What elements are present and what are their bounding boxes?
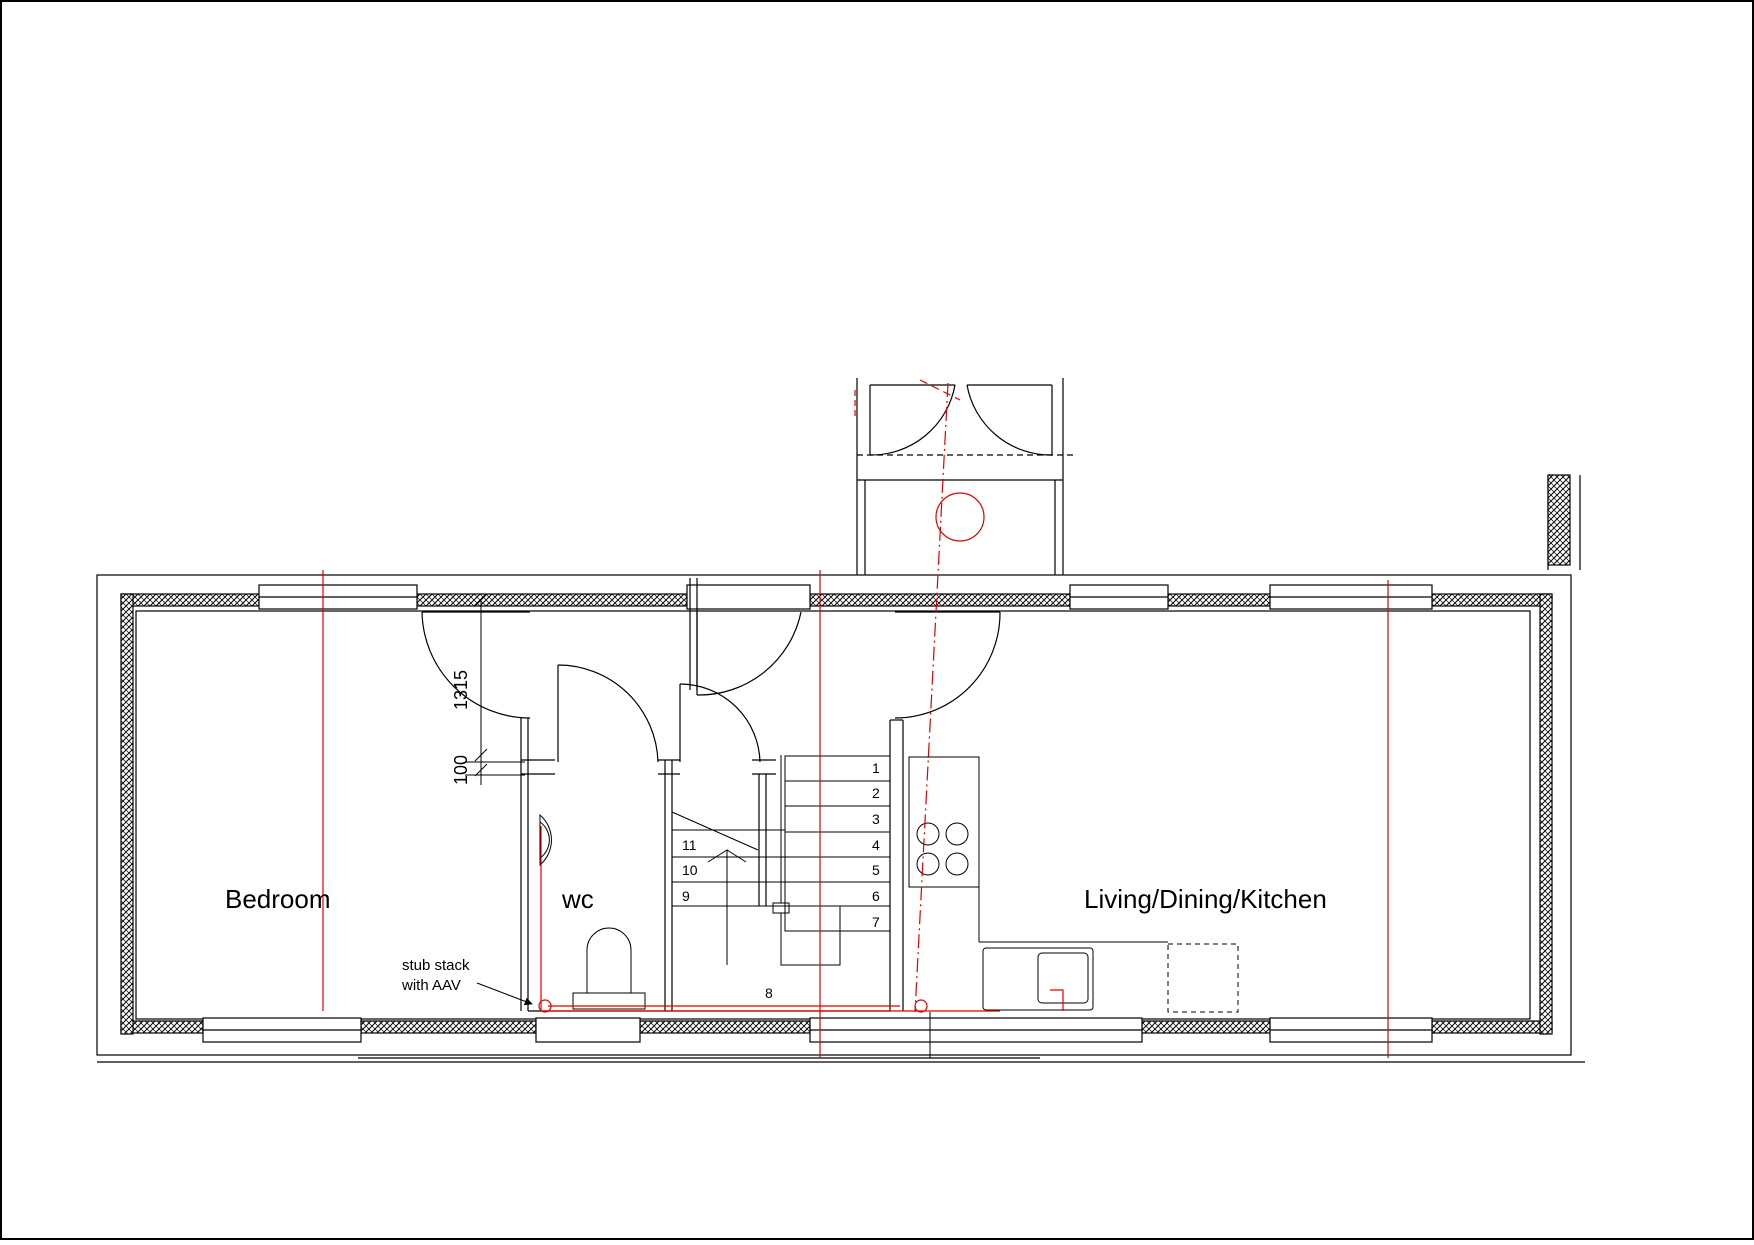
step-6: 6 <box>872 888 880 904</box>
annotation-leader <box>476 982 533 1006</box>
svp-icon <box>914 999 928 1013</box>
floor-plan-drawing: 1 2 3 4 5 6 7 8 9 10 11 1315 100 Bedroom… <box>0 0 1754 1240</box>
step-10: 10 <box>682 862 698 878</box>
drainage-lines <box>322 379 1389 1058</box>
annotation-with-aav: with AAV <box>401 977 461 994</box>
step-1: 1 <box>872 760 880 776</box>
step-2: 2 <box>872 785 880 801</box>
toilet-icon <box>586 927 632 993</box>
hob-ring-icon <box>945 822 969 846</box>
room-label-wc: wc <box>561 884 594 914</box>
annotation-stub-stack: stub stack <box>402 957 470 974</box>
hob-ring-icon <box>945 852 969 876</box>
step-8: 8 <box>765 985 773 1001</box>
sheet-border <box>0 0 1754 1240</box>
step-3: 3 <box>872 811 880 827</box>
porch <box>856 378 1581 575</box>
step-7: 7 <box>872 914 880 930</box>
step-4: 4 <box>872 837 880 853</box>
appliance-space <box>1167 943 1239 1013</box>
manhole-icon <box>935 492 985 542</box>
external-walls <box>96 574 1585 1063</box>
floor-plan-sheet: 1 2 3 4 5 6 7 8 9 10 11 1315 100 Bedroom… <box>0 0 1754 1240</box>
hob-ring-icon <box>916 852 940 876</box>
step-5: 5 <box>872 862 880 878</box>
step-11: 11 <box>682 837 697 853</box>
dimension-lines <box>465 593 525 785</box>
staircase <box>671 755 891 966</box>
room-label-living: Living/Dining/Kitchen <box>1084 884 1327 914</box>
internal-walls <box>520 578 904 1012</box>
room-label-bedroom: Bedroom <box>225 884 331 914</box>
hob-ring-icon <box>916 822 940 846</box>
step-9: 9 <box>682 888 690 904</box>
door-swings <box>421 611 1001 763</box>
dimension-100: 100 <box>451 755 471 785</box>
dimension-1315: 1315 <box>451 670 471 710</box>
